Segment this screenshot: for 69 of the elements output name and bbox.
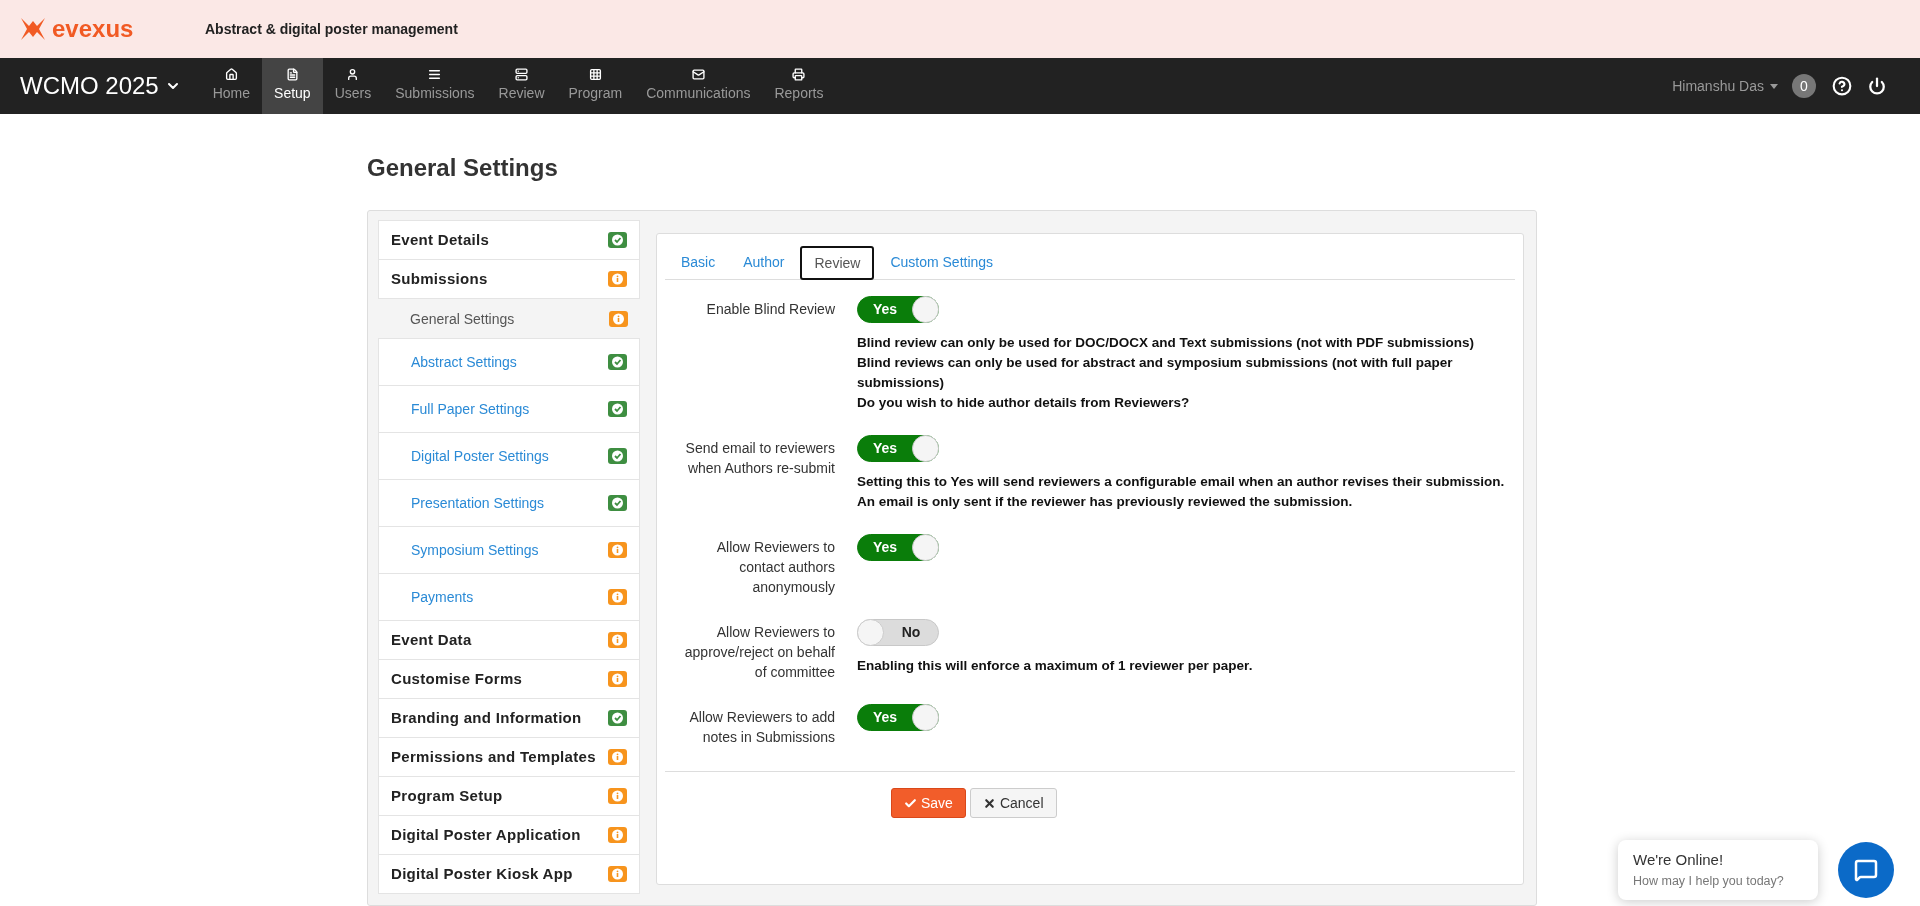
nav-tab[interactable]: Submissions bbox=[383, 58, 487, 114]
tab[interactable]: Custom Settings bbox=[878, 245, 1006, 279]
sidebar-item[interactable]: Event Data bbox=[378, 620, 640, 660]
setting-note: Setting this to Yes will send reviewers a configurable email when an author revises their submission. bbox=[857, 473, 1505, 491]
tab[interactable]: Basic bbox=[669, 245, 728, 279]
nav-tab[interactable]: Users bbox=[322, 58, 384, 114]
grid-icon bbox=[588, 68, 602, 81]
home-icon bbox=[224, 68, 238, 81]
user-menu[interactable]: Himanshu Das bbox=[1672, 58, 1778, 114]
setting-label: Allow Reviewers to contact authors anonymously bbox=[715, 538, 835, 597]
sidebar-item[interactable]: Digital Poster Application bbox=[378, 815, 640, 855]
sidebar-subitem[interactable]: Abstract Settings bbox=[378, 338, 640, 386]
setting-label: Allow Reviewers to add notes in Submissions bbox=[688, 708, 835, 747]
document-icon bbox=[285, 68, 299, 81]
sidebar-subitem[interactable]: Presentation Settings bbox=[378, 479, 640, 527]
save-button[interactable]: Save bbox=[891, 788, 966, 818]
toggle-switch[interactable]: No bbox=[857, 619, 939, 646]
sidebar-subitem[interactable]: Payments bbox=[378, 573, 640, 621]
setting-note: Enabling this will enforce a maximum of 1 reviewer per paper. bbox=[857, 657, 1253, 675]
sidebar-item[interactable]: Customise Forms bbox=[378, 659, 640, 699]
printer-icon bbox=[792, 68, 806, 81]
setting-note: Do you wish to hide author details from Reviewers? bbox=[857, 394, 1191, 412]
nav-tab[interactable]: Reports bbox=[762, 58, 836, 114]
cancel-button[interactable]: Cancel bbox=[969, 788, 1057, 818]
page-title: General Settings bbox=[367, 153, 559, 183]
user-icon bbox=[346, 68, 360, 81]
tab[interactable]: Author bbox=[731, 245, 797, 279]
setting-note: Blind review can only be used for DOC/DOCX and Text submissions (not with PDF submissions) bbox=[857, 334, 1476, 352]
setting-label: Allow Reviewers to approve/reject on behalf of committee bbox=[683, 623, 835, 682]
caret-icon bbox=[1770, 83, 1778, 89]
toggle-switch[interactable]: Yes bbox=[857, 435, 939, 462]
sidebar-item[interactable]: Permissions and Templates bbox=[378, 737, 640, 777]
server-icon bbox=[515, 68, 529, 81]
sidebar-subitem[interactable]: Full Paper Settings bbox=[378, 385, 640, 433]
check-icon bbox=[904, 796, 917, 810]
sidebar-item[interactable]: Submissions bbox=[378, 259, 640, 299]
tab[interactable]: Review bbox=[800, 246, 875, 280]
nav-tab[interactable]: Home bbox=[200, 58, 263, 114]
sidebar-item[interactable]: Digital Poster Kiosk App bbox=[378, 854, 640, 894]
brand-tagline: Abstract & digital poster management bbox=[205, 19, 458, 39]
sidebar-subitem[interactable]: Digital Poster Settings bbox=[378, 432, 640, 480]
sidebar-item[interactable]: Branding and Information bbox=[378, 698, 640, 738]
list-icon bbox=[428, 68, 442, 81]
setting-note: Blind reviews can only be used for abstract and symposium submissions (not with full paper submissions) bbox=[857, 354, 1454, 392]
setting-label: Enable Blind Review bbox=[705, 300, 835, 319]
notification-count[interactable]: 0 bbox=[1792, 74, 1816, 98]
help-icon[interactable] bbox=[1832, 76, 1852, 96]
sidebar-item[interactable]: Program Setup bbox=[378, 776, 640, 816]
chat-button[interactable] bbox=[1838, 842, 1894, 898]
setting-note: An email is only sent if the reviewer has previously reviewed the submission. bbox=[857, 493, 1354, 511]
sidebar-subitem[interactable]: Symposium Settings bbox=[378, 526, 640, 574]
chat-icon bbox=[1854, 858, 1878, 882]
event-selector[interactable]: WCMO 2025 bbox=[0, 58, 201, 114]
sidebar-item[interactable]: Event Details bbox=[378, 220, 640, 260]
nav-tab[interactable]: Review bbox=[486, 58, 557, 114]
chat-title: We're Online! bbox=[1633, 850, 1725, 871]
toggle-switch[interactable]: Yes bbox=[857, 704, 939, 731]
setting-label: Send email to reviewers when Authors re-submit bbox=[684, 439, 835, 478]
toggle-switch[interactable]: Yes bbox=[857, 296, 939, 323]
power-icon[interactable] bbox=[1868, 77, 1886, 95]
nav-tab[interactable]: Communications bbox=[634, 58, 763, 114]
toggle-switch[interactable]: Yes bbox=[857, 534, 939, 561]
logo-icon bbox=[20, 17, 46, 41]
nav-tab[interactable]: Setup bbox=[262, 58, 323, 114]
nav-tab[interactable]: Program bbox=[556, 58, 635, 114]
brand-name: evexus bbox=[52, 17, 134, 41]
mail-icon bbox=[691, 68, 705, 81]
close-icon bbox=[982, 796, 996, 810]
chat-subtitle: How may I help you today? bbox=[1633, 872, 1785, 890]
